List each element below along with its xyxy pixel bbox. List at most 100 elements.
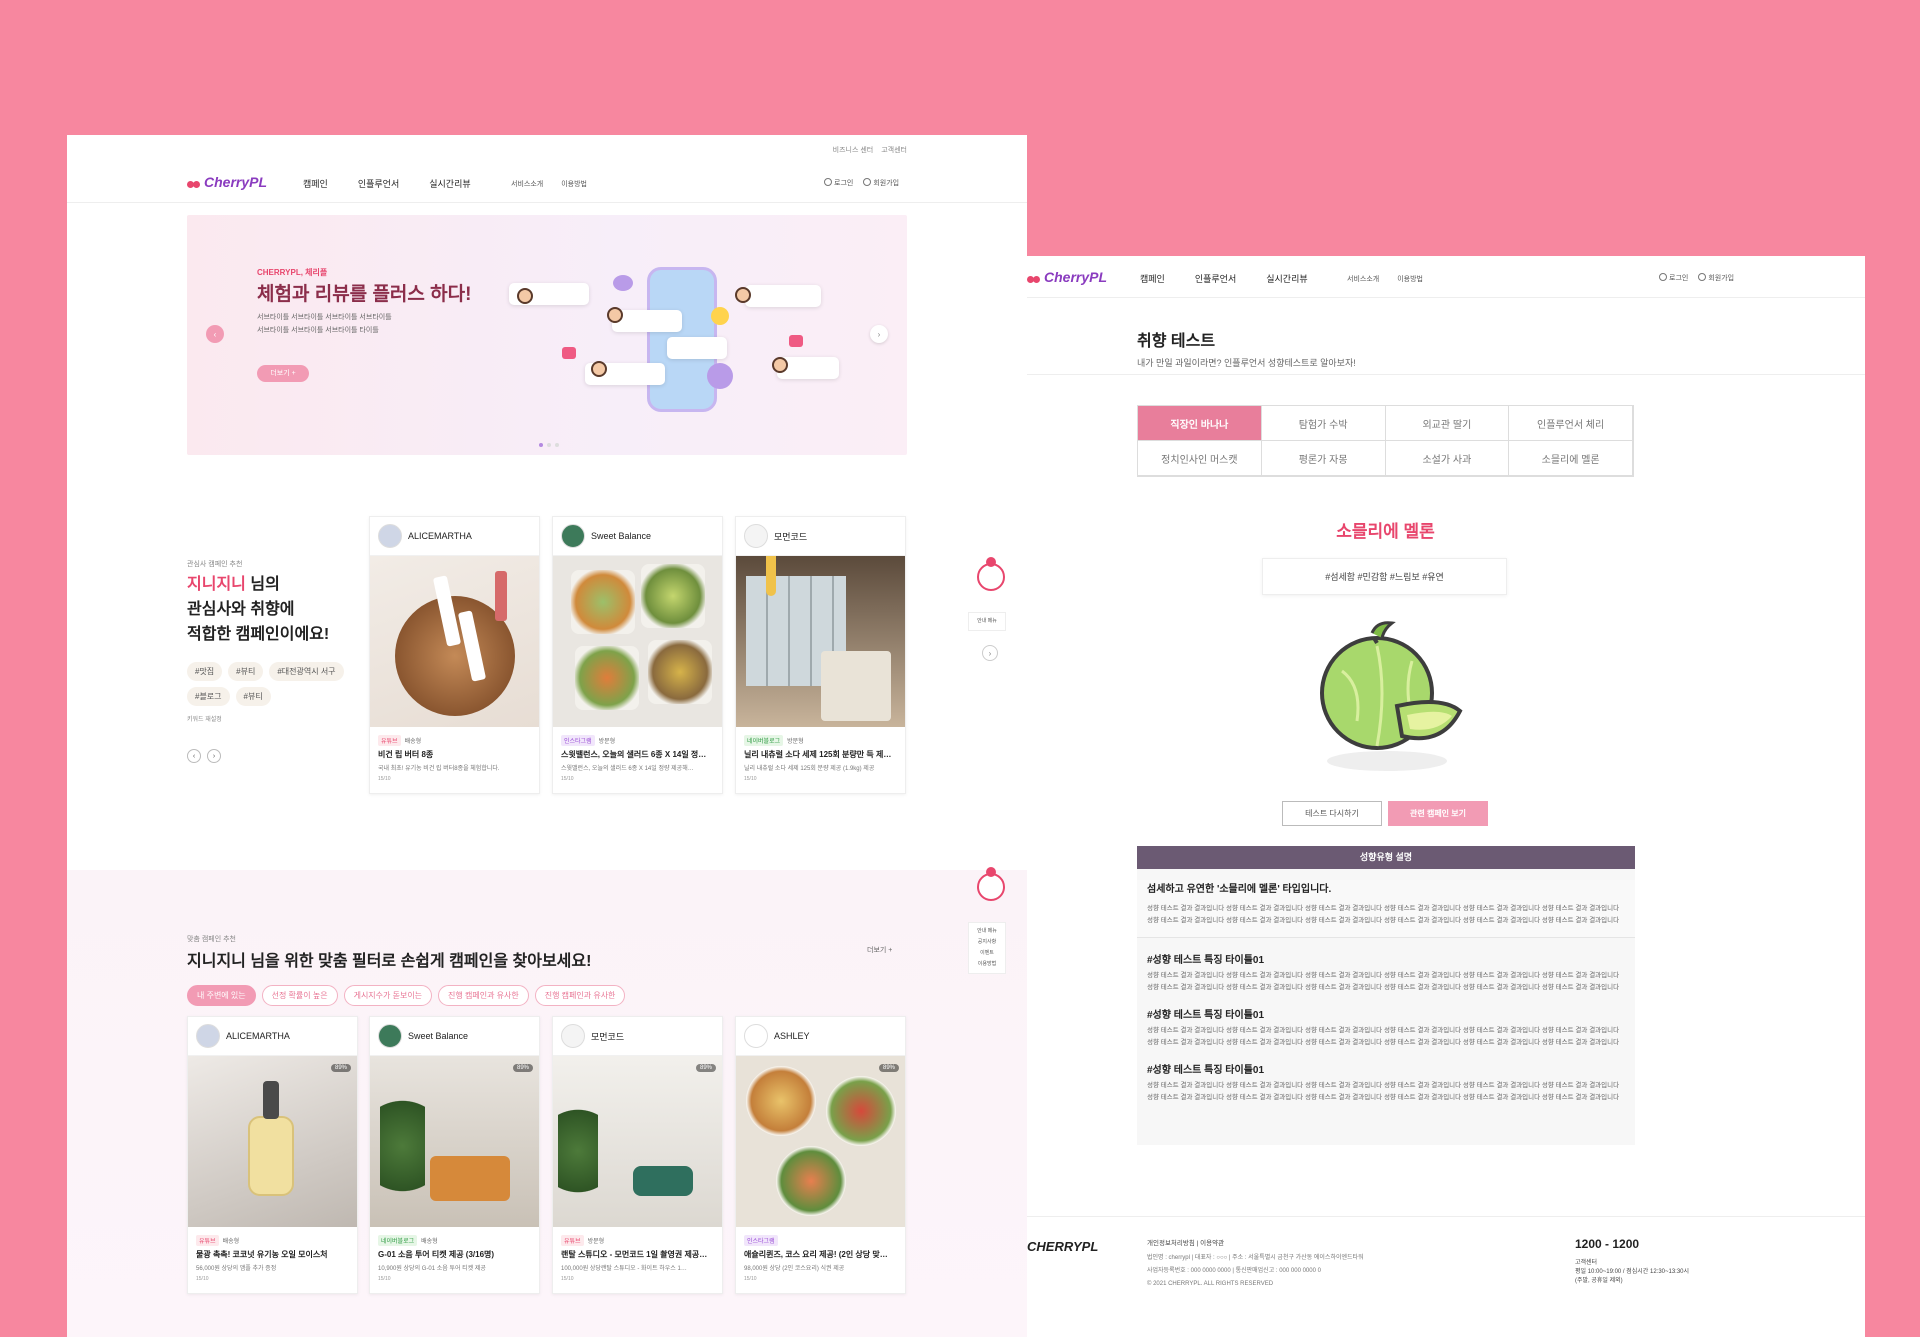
recommend-pager: ‹ › (187, 749, 221, 763)
tab-banana[interactable]: 직장인 바나나 (1138, 406, 1262, 441)
melon-icon (1320, 621, 1463, 771)
type-description: 성향유형 설명 섬세하고 유연한 '소믈리에 멜론' 타입입니다. 성향 테스트… (1137, 846, 1635, 1145)
nav-campaign[interactable]: 캠페인 (1140, 272, 1165, 285)
scroll-top-button[interactable]: › (982, 645, 998, 661)
result-hashtags: #섬세함 #민감함 #느림보 #유연 (1262, 558, 1507, 595)
tab-strawberry[interactable]: 외교관 딸기 (1385, 406, 1510, 441)
logo[interactable]: CherryPL (1027, 269, 1107, 285)
mascot-icon[interactable] (974, 867, 1008, 907)
signup-link[interactable]: 회원가입 (863, 178, 899, 188)
nav-how-to-use[interactable]: 이용방법 (561, 179, 587, 189)
logo[interactable]: CherryPL (187, 174, 267, 190)
chip[interactable]: #맛집 (187, 662, 223, 681)
side-menu[interactable]: 안내 메뉴 (968, 612, 1006, 631)
main-page-window: 비즈니스 센터 고객센터 CherryPL 캠페인 인플루언서 실시간리뷰 서비… (67, 135, 1027, 1337)
banner-next-arrow[interactable]: › (870, 325, 888, 343)
page-title: 취향 테스트 (1137, 333, 1216, 350)
cherry-icon (187, 176, 201, 188)
login-link[interactable]: 로그인 (1659, 273, 1688, 283)
campaign-card[interactable]: Sweet Balance 89% 네이버블로그 배송형 G-01 소음 투어 티… (369, 1016, 540, 1294)
company-info: 법인명 : cherrypl | 대표자 : ○○○ | 주소 : 서울특별시 … (1147, 1255, 1364, 1287)
tab-melon[interactable]: 소믈리에 멜론 (1509, 441, 1633, 476)
review-bubble (745, 285, 821, 307)
feature-body: 성향 테스트 결과 결과입니다 성향 테스트 결과 결과입니다 성향 테스트 결… (1147, 972, 1620, 991)
brand-avatar (378, 1024, 402, 1048)
tab-apple[interactable]: 소설가 사과 (1385, 441, 1510, 476)
login-link[interactable]: 로그인 (824, 178, 853, 188)
customer-tel: 1200 - 1200 (1575, 1237, 1640, 1251)
auth-links: 로그인 회원가입 (1659, 273, 1734, 283)
next-arrow[interactable]: › (207, 749, 221, 763)
prev-arrow[interactable]: ‹ (187, 749, 201, 763)
banner-more-button[interactable]: 더보기 + (257, 365, 309, 382)
mascot-icon[interactable] (974, 557, 1008, 597)
recommend-caption: 관심사 캠페인 추천 (187, 561, 243, 568)
chip[interactable]: #뷰티 (235, 687, 271, 706)
customer-center-hours: 고객센터 평일 10:00~19:00 / 점심시간 12:30~13:30시 … (1575, 1260, 1690, 1284)
result-name: 소믈리에 멜론 (1336, 522, 1435, 541)
nav-how-to-use[interactable]: 이용방법 (1397, 274, 1423, 284)
pagination-dot[interactable] (547, 443, 551, 447)
nav-influencer[interactable]: 인플루언서 (1195, 272, 1236, 285)
main-header: CherryPL 캠페인 인플루언서 실시간리뷰 서비스소개 이용방법 로그인 … (67, 161, 1027, 203)
nav-service-intro[interactable]: 서비스소개 (511, 179, 543, 189)
emoji-icon (711, 307, 729, 325)
type-headline: 섬세하고 유연한 '소믈리에 멜론' 타입입니다. (1147, 884, 1332, 895)
campaign-card[interactable]: Sweet Balance 인스타그램 방문형 스윗밸런스, 오늘의 샐러드 6종… (552, 516, 723, 794)
customer-center-link[interactable]: 고객센터 (881, 145, 907, 155)
tab-muscat[interactable]: 정치인사인 머스캣 (1138, 441, 1262, 476)
related-campaign-button[interactable]: 관련 캠페인 보기 (1388, 801, 1488, 826)
chip[interactable]: #뷰티 (228, 662, 264, 681)
campaign-card[interactable]: ALICEMARTHA 유튜브 배송형 비건 립 버터 8종 국내 최초! 유기농… (369, 516, 540, 794)
tab-cherry[interactable]: 인플루언서 체리 (1509, 406, 1633, 441)
pagination-dot-active[interactable] (539, 443, 543, 447)
feature-body: 성향 테스트 결과 결과입니다 성향 테스트 결과 결과입니다 성향 테스트 결… (1147, 1027, 1620, 1046)
main-nav: 캠페인 인플루언서 실시간리뷰 (303, 177, 501, 190)
banner-prev-arrow[interactable]: ‹ (206, 325, 224, 343)
sub-nav: 서비스소개 이용방법 (1347, 274, 1441, 284)
filter-nearby[interactable]: 내 주변에 있는 (187, 985, 256, 1006)
keyword-reset-link[interactable]: 키워드 재설정 (187, 714, 222, 723)
side-menu-howto[interactable]: 이용방법 (971, 959, 1003, 970)
feature-body: 성향 테스트 결과 결과입니다 성향 테스트 결과 결과입니다 성향 테스트 결… (1147, 1082, 1620, 1101)
banner-title: 체험과 리뷰를 플러스 하다! (257, 284, 472, 305)
side-menu-notice[interactable]: 공지사항 (971, 937, 1003, 948)
brand-avatar (196, 1024, 220, 1048)
nav-campaign[interactable]: 캠페인 (303, 177, 328, 190)
filter-similar[interactable]: 진행 캠페인과 유사한 (534, 985, 626, 1006)
business-center-link[interactable]: 비즈니스 센터 (833, 145, 874, 155)
filter-high-probability[interactable]: 선정 확률이 높은 (261, 985, 338, 1006)
nav-realtime-review[interactable]: 실시간리뷰 (429, 177, 470, 190)
review-bubble (667, 337, 727, 359)
nav-realtime-review[interactable]: 실시간리뷰 (1266, 272, 1307, 285)
tab-grapefruit[interactable]: 평론가 자몽 (1261, 441, 1386, 476)
footer-links[interactable]: 개인정보처리방침 | 이용약관 (1147, 1237, 1224, 1247)
filter-more-link[interactable]: 더보기 + (867, 945, 892, 955)
filter-similar[interactable]: 진행 캠페인과 유사한 (438, 985, 529, 1006)
brand-avatar (378, 524, 402, 548)
chip[interactable]: #블로그 (187, 687, 230, 706)
campaign-image: 89% (553, 1056, 722, 1227)
test-nav: 캠페인 인플루언서 실시간리뷰 (1140, 272, 1338, 285)
campaign-card[interactable]: ASHLEY 89% 인스타그램 애슐리퀸즈, 코스 요리 제공! (2인 상당… (735, 1016, 906, 1294)
campaign-card[interactable]: 모먼코드 89% 유튜브 방문형 랜탈 스튜디오 - 모먼코드 1일 촬영권 제공… (552, 1016, 723, 1294)
brand-avatar (561, 524, 585, 548)
signup-link[interactable]: 회원가입 (1698, 273, 1734, 283)
campaign-card[interactable]: 모먼코드 네이버블로그 방문형 닐리 내츄럴 소다 세제 125회 분량만 득 제… (735, 516, 906, 794)
pagination-dot[interactable] (555, 443, 559, 447)
retry-test-button[interactable]: 테스트 다시하기 (1282, 801, 1382, 826)
chip[interactable]: #대전광역시 서구 (269, 662, 344, 681)
campaign-card[interactable]: ALICEMARTHA 89% 유튜브 배송형 물광 촉촉! 코코넛 유기농 오일… (187, 1016, 358, 1294)
nav-influencer[interactable]: 인플루언서 (358, 177, 399, 190)
heart-icon (789, 335, 803, 347)
recommend-title: 지니지니 님의 관심사와 취향에 적합한 캠페인이에요! (187, 576, 330, 643)
campaign-image (736, 556, 905, 727)
tab-watermelon[interactable]: 탐험가 수박 (1261, 406, 1386, 441)
banner-eyebrow: CHERRYPL, 체리플 (257, 268, 328, 277)
filter-post-index[interactable]: 게시지수가 돋보이는 (343, 985, 433, 1006)
signup-icon (1698, 273, 1707, 281)
nav-service-intro[interactable]: 서비스소개 (1347, 274, 1379, 284)
campaign-image: 89% (370, 1056, 539, 1227)
side-menu-event[interactable]: 이벤트 (971, 948, 1003, 959)
campaign-image (370, 556, 539, 727)
